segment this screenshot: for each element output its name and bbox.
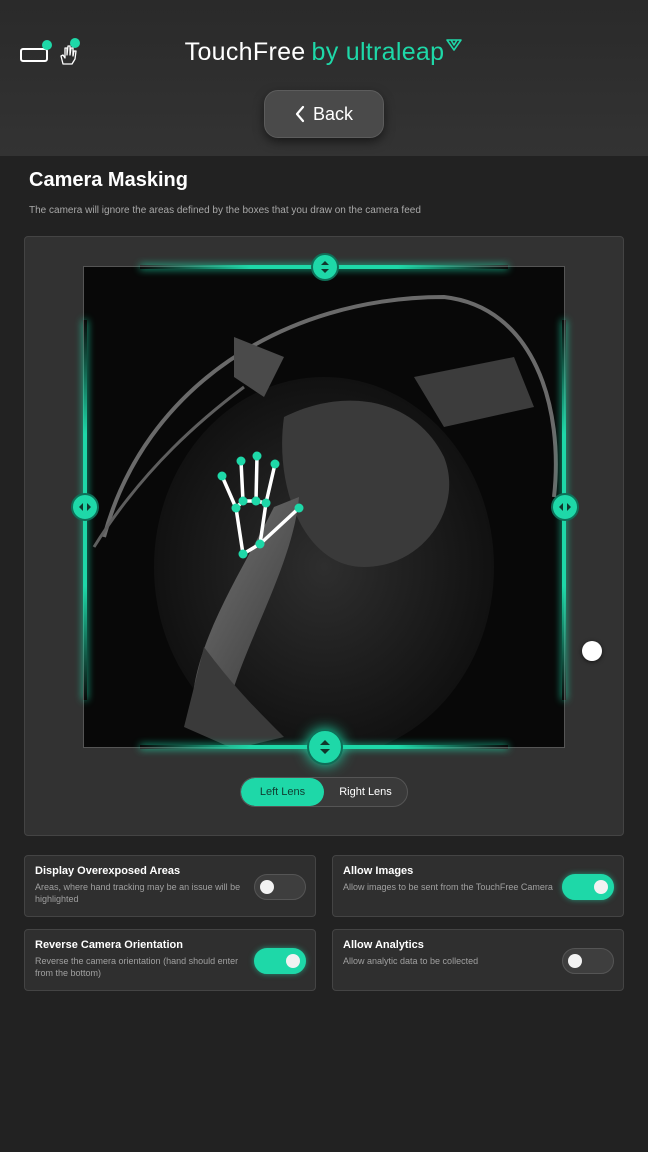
back-button-label: Back bbox=[312, 103, 354, 124]
horizontal-arrows-icon bbox=[79, 503, 91, 511]
ultraleap-mark-icon bbox=[446, 39, 463, 51]
setting-description: Allow analytic data to be collected bbox=[343, 956, 479, 966]
lens-toggle[interactable]: Left Lens Right Lens bbox=[240, 777, 408, 807]
brand-byline: by ultraleap bbox=[311, 38, 445, 66]
setting-description: Allow images to be sent from the TouchFr… bbox=[343, 882, 553, 892]
setting-title: Allow Analytics bbox=[343, 939, 424, 951]
setting-card-allow-analytics: Allow Analytics Allow analytic data to b… bbox=[332, 929, 624, 991]
mask-handle-top[interactable] bbox=[311, 253, 339, 281]
horizontal-arrows-icon bbox=[559, 503, 571, 511]
reverse-orientation-toggle[interactable] bbox=[254, 948, 306, 974]
left-lens-option[interactable]: Left Lens bbox=[241, 778, 324, 806]
brand-logo: TouchFree by ultraleap bbox=[0, 38, 648, 67]
chevron-left-icon bbox=[295, 105, 305, 123]
mask-handle-left[interactable] bbox=[71, 493, 99, 521]
setting-card-overexposed: Display Overexposed Areas Areas, where h… bbox=[24, 855, 316, 917]
setting-title: Display Overexposed Areas bbox=[35, 865, 181, 877]
toggle-knob bbox=[260, 880, 274, 894]
toggle-knob bbox=[286, 954, 300, 968]
vertical-arrows-icon bbox=[320, 740, 330, 754]
app-name: TouchFree bbox=[184, 38, 306, 66]
page-subtitle: The camera will ignore the areas defined… bbox=[29, 205, 421, 216]
mask-handle-right[interactable] bbox=[551, 493, 579, 521]
setting-description: Areas, where hand tracking may be an iss… bbox=[35, 882, 241, 904]
camera-feed[interactable] bbox=[83, 266, 565, 748]
setting-title: Allow Images bbox=[343, 865, 414, 877]
back-button[interactable]: Back bbox=[264, 90, 384, 138]
mask-handle-bottom[interactable] bbox=[307, 729, 343, 765]
toggle-knob bbox=[568, 954, 582, 968]
overexposed-toggle[interactable] bbox=[254, 874, 306, 900]
camera-feed-image bbox=[92, 294, 558, 747]
page-title: Camera Masking bbox=[29, 169, 188, 191]
setting-card-allow-images: Allow Images Allow images to be sent fro… bbox=[332, 855, 624, 917]
header-bar: TouchFree by ultraleap Back bbox=[0, 0, 648, 156]
setting-description: Reverse the camera orientation (hand sho… bbox=[35, 956, 239, 978]
setting-title: Reverse Camera Orientation bbox=[35, 939, 183, 951]
allow-analytics-toggle[interactable] bbox=[562, 948, 614, 974]
setting-card-reverse-orientation: Reverse Camera Orientation Reverse the c… bbox=[24, 929, 316, 991]
scroll-knob[interactable] bbox=[582, 641, 602, 661]
right-lens-option[interactable]: Right Lens bbox=[324, 778, 407, 806]
allow-images-toggle[interactable] bbox=[562, 874, 614, 900]
toggle-knob bbox=[594, 880, 608, 894]
vertical-arrows-icon bbox=[321, 261, 329, 273]
